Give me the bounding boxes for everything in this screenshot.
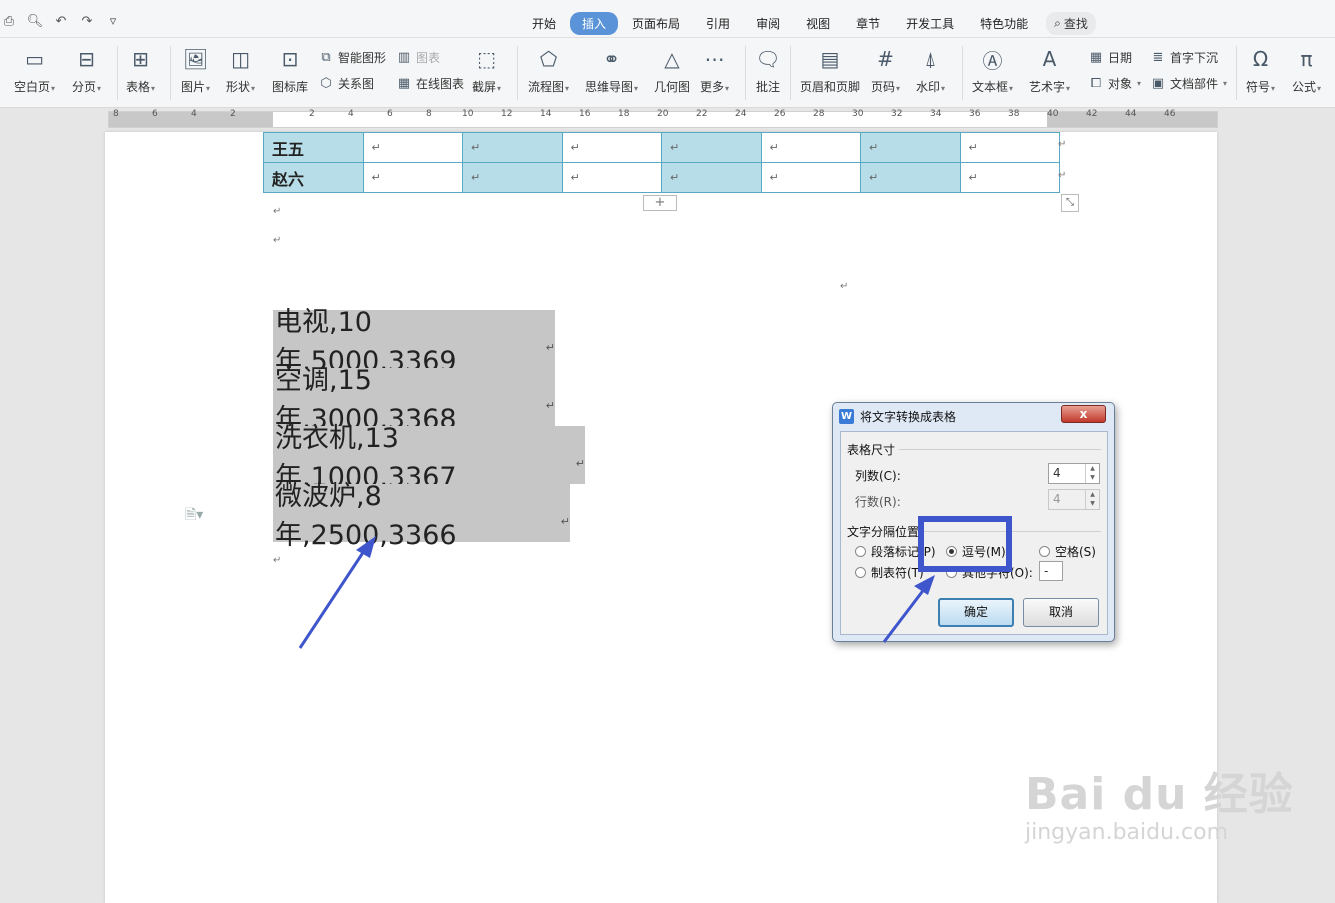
annotation-arrow-left — [298, 536, 376, 649]
watermark-brand: Bai du 经验 — [1025, 769, 1294, 820]
annotation-arrow-right — [882, 575, 935, 643]
watermark-url: jingyan.baidu.com — [1025, 820, 1229, 845]
baidu-jingyan-watermark: Bai du 经验 jingyan.baidu.com — [1025, 758, 1294, 845]
